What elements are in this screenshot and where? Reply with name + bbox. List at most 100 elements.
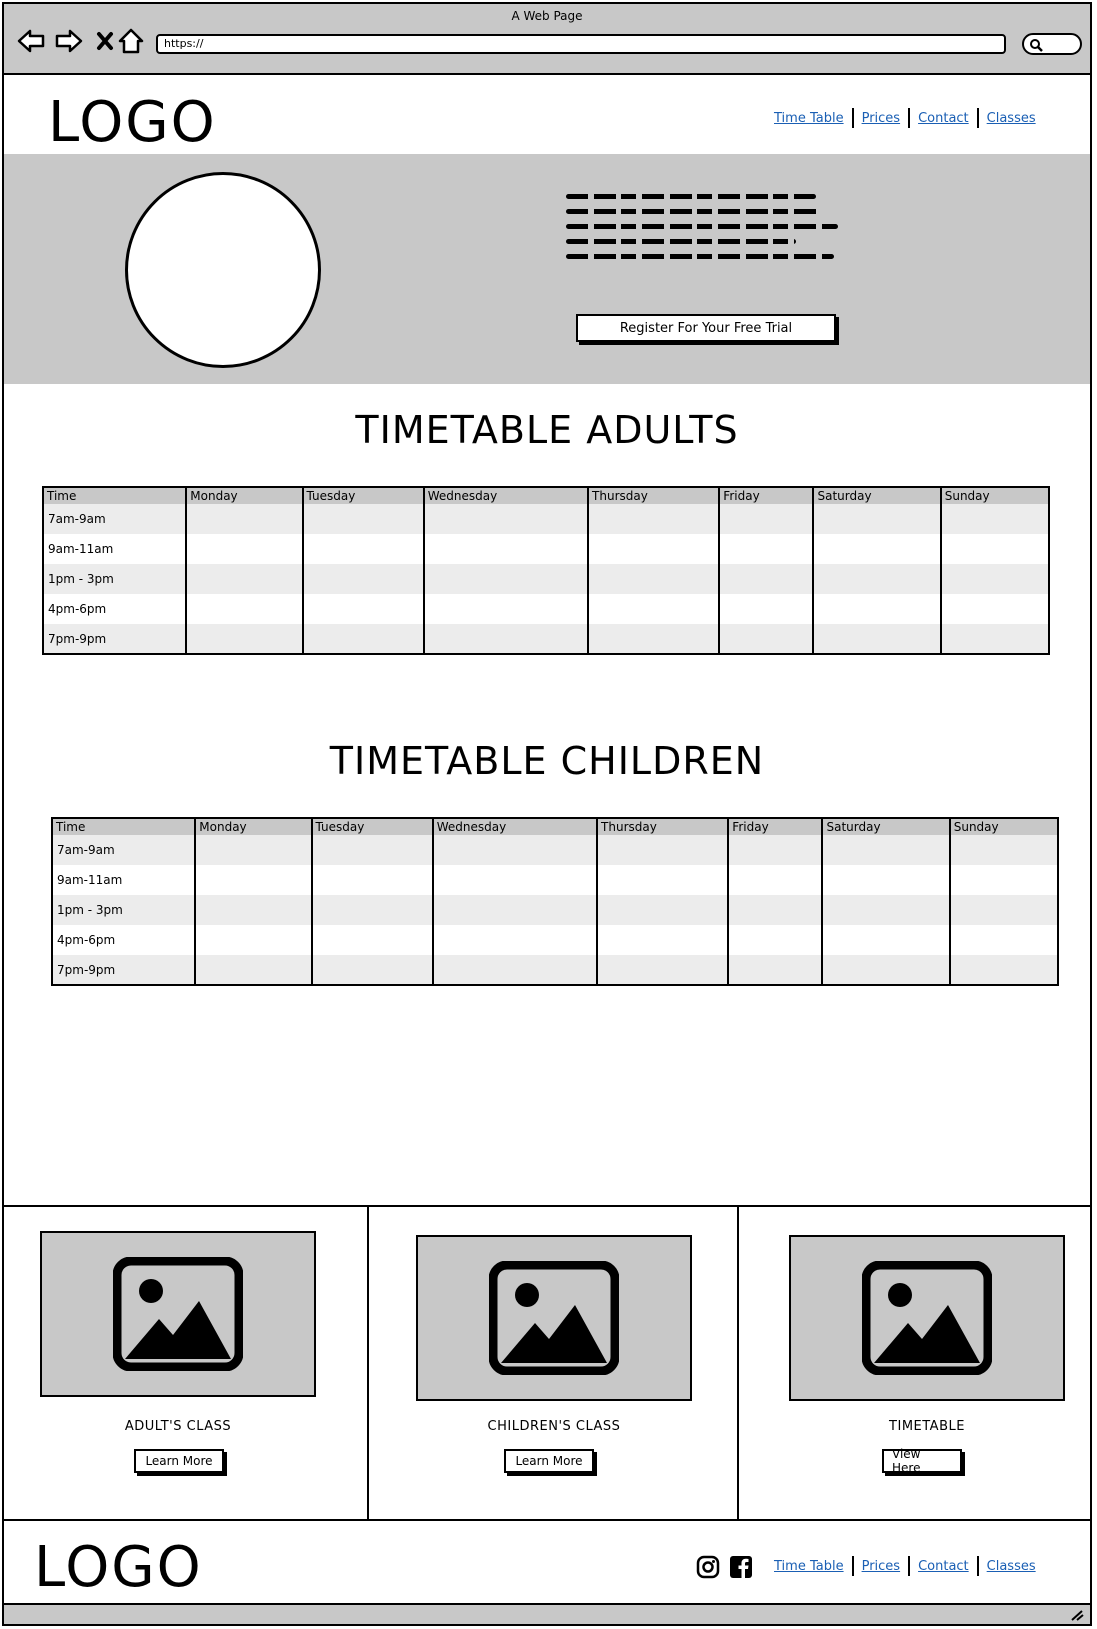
schedule-cell [185,534,303,564]
nav-link-prices[interactable]: Prices [854,111,909,126]
header-logo[interactable]: LOGO [48,90,217,155]
schedule-cell [718,534,814,564]
schedule-cell [422,624,589,654]
schedule-cell [301,504,424,534]
schedule-cell [194,835,312,865]
facebook-icon[interactable] [729,1555,753,1579]
browser-search-field[interactable] [1022,33,1082,55]
adults-learn-more-button[interactable]: Learn More [134,1449,224,1473]
column-header: Tuesday [301,487,424,504]
nav-link-time-table[interactable]: Time Table [766,111,852,126]
hero-image-placeholder [125,172,321,368]
column-header: Monday [185,487,303,504]
browser-window: A Web Page https:// LOGO Time Table Pric… [2,2,1092,1626]
schedule-cell [812,564,941,594]
image-placeholder-icon [862,1261,992,1375]
schedule-cell [301,534,424,564]
timetable-children-table: Time Monday Tuesday Wednesday Thursday Friday… [51,817,1059,986]
schedule-cell [948,925,1058,955]
time-slot-cell: 4pm-6pm [43,594,187,624]
schedule-cell [812,534,941,564]
schedule-cell [310,955,433,985]
table-header-row: Time Monday Tuesday Wednesday Thursday Friday… [52,818,1058,835]
column-header: Time [52,818,196,835]
url-input[interactable]: https:// [156,34,1006,54]
column-header: Monday [194,818,312,835]
table-row: 7am-9am [43,504,1049,534]
schedule-cell [821,925,950,955]
status-bar [4,1603,1090,1624]
timetable-view-here-button[interactable]: View Here [882,1447,962,1475]
schedule-cell [587,594,720,624]
time-slot-cell: 1pm - 3pm [52,895,196,925]
schedule-cell [431,835,598,865]
schedule-cell [718,624,814,654]
schedule-cell [310,835,433,865]
schedule-cell [431,955,598,985]
schedule-cell [422,564,589,594]
timetable-adults-table: Time Monday Tuesday Wednesday Thursday Friday… [42,486,1050,655]
schedule-cell [727,895,823,925]
schedule-cell [948,865,1058,895]
time-slot-cell: 7pm-9pm [43,624,187,654]
card-adults-class: ADULT'S CLASS Learn More [4,1207,367,1519]
footer-link-contact[interactable]: Contact [910,1559,977,1574]
card-timetable: TIMETABLE View Here [739,1207,1090,1519]
column-header: Sunday [939,487,1049,504]
time-slot-cell: 7am-9am [52,835,196,865]
table-row: 9am-11am [52,865,1058,895]
footer-link-prices[interactable]: Prices [854,1559,909,1574]
home-icon[interactable] [116,26,146,56]
footer-logo[interactable]: LOGO [34,1535,203,1600]
schedule-cell [596,895,729,925]
schedule-cell [812,594,941,624]
resize-grip-icon[interactable] [1070,1609,1084,1621]
time-slot-cell: 1pm - 3pm [43,564,187,594]
footer-link-time-table[interactable]: Time Table [766,1559,852,1574]
table-row: 4pm-6pm [43,594,1049,624]
children-learn-more-button[interactable]: Learn More [504,1449,594,1473]
back-arrow-icon[interactable] [16,26,46,56]
footer-nav: Time Table Prices Contact Classes [766,1556,1044,1576]
footer: LOGO Time Table Prices Contact Classes [4,1519,1090,1605]
schedule-cell [194,895,312,925]
schedule-cell [596,955,729,985]
instagram-icon[interactable] [696,1555,720,1579]
hero-banner: Register For Your Free Trial [4,154,1090,384]
schedule-cell [718,504,814,534]
schedule-cell [587,564,720,594]
schedule-cell [310,865,433,895]
nav-link-contact[interactable]: Contact [910,111,977,126]
schedule-cell [194,955,312,985]
schedule-cell [422,594,589,624]
column-header: Friday [718,487,814,504]
schedule-cell [596,835,729,865]
table-header-row: Time Monday Tuesday Wednesday Thursday Friday… [43,487,1049,504]
schedule-cell [185,564,303,594]
schedule-cell [812,504,941,534]
schedule-cell [301,594,424,624]
time-slot-cell: 9am-11am [52,865,196,895]
card-childrens-class: CHILDREN'S CLASS Learn More [369,1207,737,1519]
schedule-cell [587,504,720,534]
footer-link-classes[interactable]: Classes [979,1559,1044,1574]
time-slot-cell: 7pm-9pm [52,955,196,985]
schedule-cell [310,895,433,925]
table-row: 4pm-6pm [52,925,1058,955]
column-header: Saturday [821,818,950,835]
schedule-cell [727,925,823,955]
column-header: Thursday [587,487,720,504]
nav-link-classes[interactable]: Classes [979,111,1044,126]
card-image [789,1235,1065,1401]
schedule-cell [185,504,303,534]
column-header: Tuesday [310,818,433,835]
register-free-trial-button[interactable]: Register For Your Free Trial [576,314,836,342]
window-title: A Web Page [511,9,583,23]
forward-arrow-icon[interactable] [54,26,84,56]
schedule-cell [939,624,1049,654]
schedule-cell [821,835,950,865]
table-row: 7pm-9pm [52,955,1058,985]
schedule-cell [431,925,598,955]
browser-chrome: A Web Page https:// [4,4,1090,75]
schedule-cell [812,624,941,654]
